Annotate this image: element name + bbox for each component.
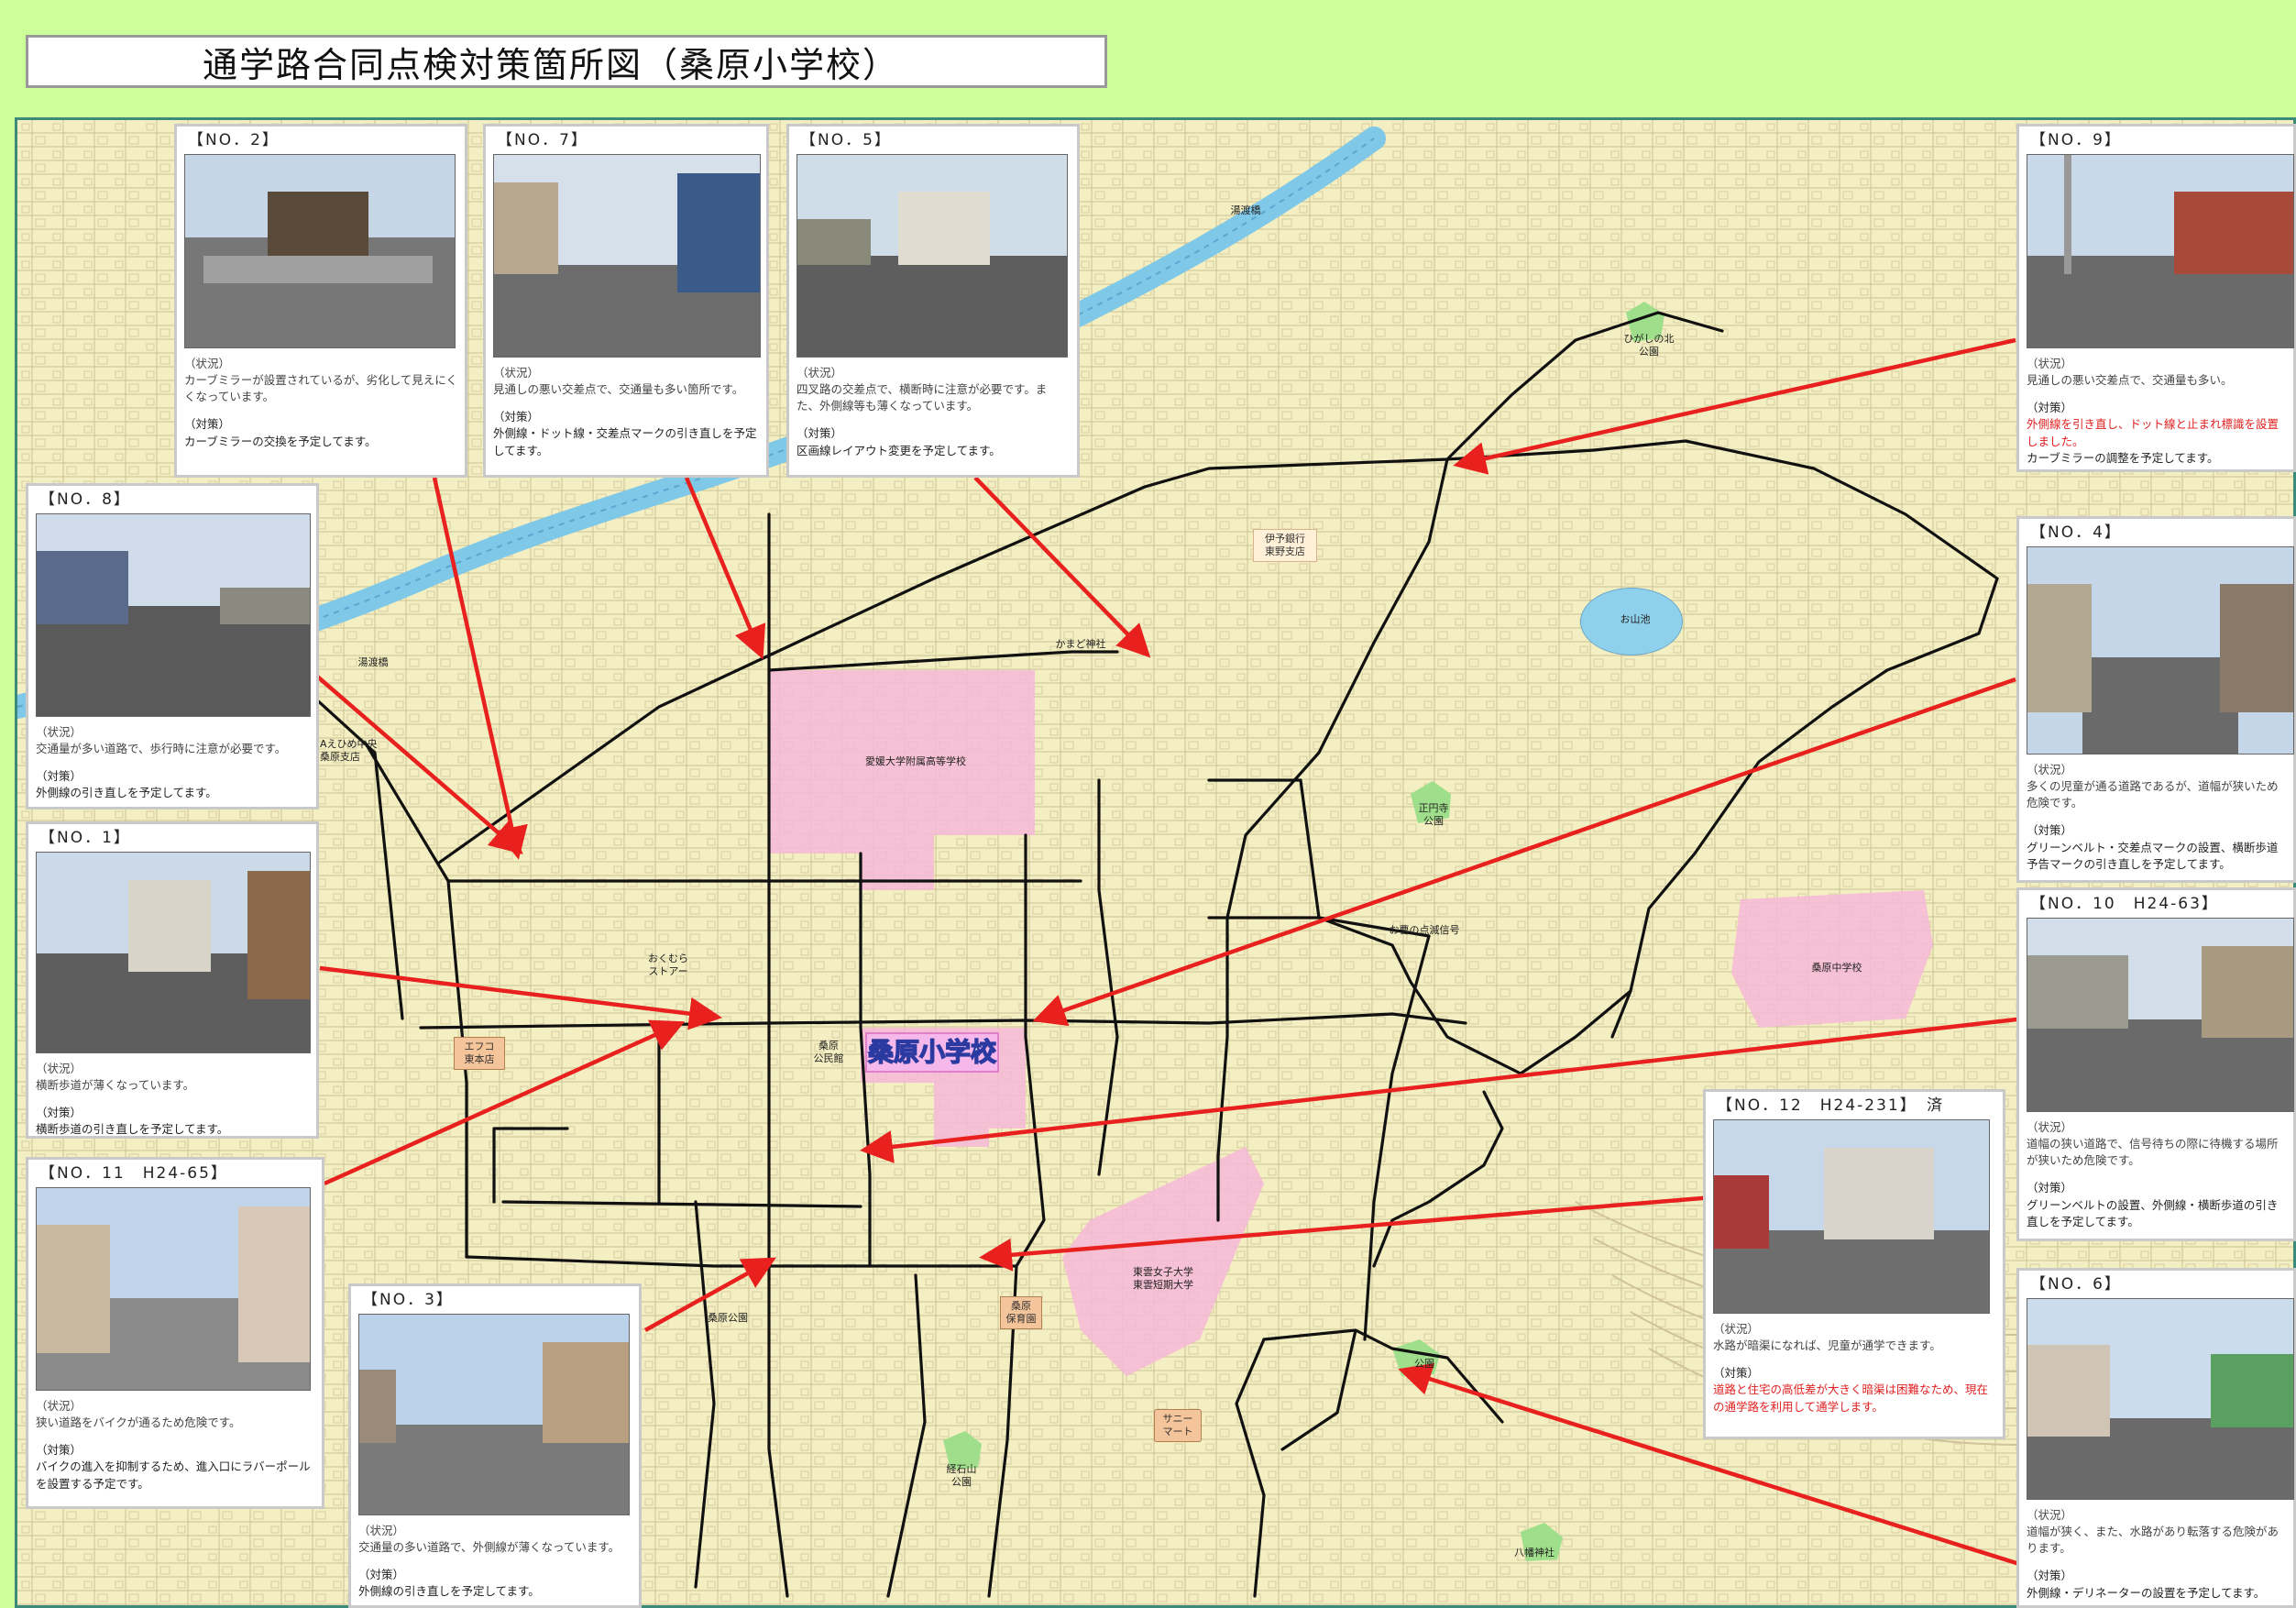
card-no10-measure: （対策） グリーンベルトの設置、外側線・横断歩道の引き直しを予定してます。 xyxy=(2027,1181,2279,1228)
card-no4: 【NO．4】 （状況） 多くの児童が通る道路であるが、道幅が狭いため危険です。 （… xyxy=(2016,516,2296,883)
card-no10: 【NO．10 H24-63】 （状況） 道幅の狭い道路で、信号待ちの際に待機する場… xyxy=(2016,887,2296,1241)
photo-no1 xyxy=(36,852,311,1053)
label-kyozan-park: 経石山 公園 xyxy=(946,1463,977,1488)
label-bridge-left: 湯渡橋 xyxy=(357,656,389,668)
card-no8-title: 【NO．8】 xyxy=(39,490,131,509)
card-no9-measure: （対策） 外側線を引き直し、ドット線と止まれ標識を設置しました。 カーブミラーの調整… xyxy=(2027,401,2280,465)
card-no12: 【NO．12 H24-231】 済 （状況） 水路が暗渠になれば、児童が通学できま… xyxy=(1703,1089,2005,1439)
card-no8-measure: （対策） 外側線の引き直しを予定してます。 xyxy=(36,769,217,800)
card-no5-status: （状況） 四叉路の交差点で、横断時に注意が必要です。また、外側線等も薄くなっていま… xyxy=(796,366,1048,413)
poi-kuwahara-nursery: 桑原 保育園 xyxy=(1000,1296,1042,1329)
card-no11-status: （状況） 狭い道路をバイクが通るため危険です。 xyxy=(36,1399,241,1430)
label-ehime-bank: Aえひめ中央 桑原支店 xyxy=(320,738,378,763)
label-oyama-pond: お山池 xyxy=(1620,613,1651,625)
card-no6: 【NO．6】 （状況） 道幅が狭く、また、水路があり転落する危険があります。 （対… xyxy=(2016,1268,2296,1608)
card-no6-status: （状況） 道幅が狭く、また、水路があり転落する危険があります。 xyxy=(2027,1508,2280,1556)
photo-no9 xyxy=(2027,154,2294,348)
card-no7: 【NO．7】 （状況） 見通しの悪い交差点で、交通量も多い箇所です。 （対策） 外側… xyxy=(483,124,769,478)
card-no5-measure: （対策） 区画線レイアウト変更を予定してます。 xyxy=(796,426,1001,457)
label-signal: お曹の点滅信号 xyxy=(1389,924,1460,936)
card-no9: 【NO．9】 （状況） 見通しの悪い交差点で、交通量も多い。 （対策） 外側線を引き… xyxy=(2016,124,2296,472)
poi-sunny-mart: サニー マート xyxy=(1154,1409,1202,1442)
photo-no8 xyxy=(36,513,311,717)
zone-junior-high xyxy=(1731,890,1933,1028)
label-junior-high: 桑原中学校 xyxy=(1811,962,1862,974)
card-no9-title: 【NO．9】 xyxy=(2030,131,2122,149)
card-no4-status: （状況） 多くの児童が通る道路であるが、道幅が狭いため危険です。 xyxy=(2027,763,2279,810)
card-no1-title: 【NO．1】 xyxy=(39,829,131,847)
card-no11-title: 【NO．11 H24-65】 xyxy=(39,1164,228,1183)
label-higashinokita-park: ひがしの北 公園 xyxy=(1623,333,1675,358)
photo-no2 xyxy=(184,154,456,348)
label-shoenji-park: 正円寺 公園 xyxy=(1418,802,1449,827)
card-no7-status: （状況） 見通しの悪い交差点で、交通量も多い箇所です。 xyxy=(493,366,744,397)
card-no10-title: 【NO．10 H24-63】 xyxy=(2030,895,2219,913)
card-no1: 【NO．1】 （状況） 横断歩道が薄くなっています。 （対策） 横断歩道の引き直しを… xyxy=(26,821,319,1139)
photo-no7 xyxy=(493,154,761,358)
label-park-se: 公園 xyxy=(1414,1358,1434,1370)
card-no8-status: （状況） 交通量が多い道路で、歩行時に注意が必要です。 xyxy=(36,725,287,756)
card-no10-status: （状況） 道幅の狭い道路で、信号待ちの際に待機する場所が狭いため危険です。 xyxy=(2027,1120,2279,1168)
main-school-label: 桑原小学校 xyxy=(865,1032,999,1073)
label-kamado: かまど神社 xyxy=(1055,638,1106,650)
card-no6-measure: （対策） 外側線・デリネーターの設置を予定してます。 xyxy=(2027,1569,2266,1600)
card-no3-measure: （対策） 外側線の引き直しを予定してます。 xyxy=(358,1568,540,1599)
photo-no5 xyxy=(796,154,1068,358)
card-no5: 【NO．5】 （状況） 四叉路の交差点で、横断時に注意が必要です。また、外側線等も… xyxy=(786,124,1080,478)
label-university: 東雲女子大学 東雲短期大学 xyxy=(1133,1266,1193,1291)
card-no4-measure: （対策） グリーンベルト・交差点マークの設置、横断歩道予告マークの引き直しを予定し… xyxy=(2027,823,2279,871)
card-no4-title: 【NO．4】 xyxy=(2030,523,2122,542)
card-no1-status: （状況） 横断歩道が薄くなっています。 xyxy=(36,1062,195,1093)
label-bridge-top: 湯渡橋 xyxy=(1230,204,1261,216)
photo-no12 xyxy=(1713,1119,1990,1314)
photo-no4 xyxy=(2027,546,2294,754)
page-title: 通学路合同点検対策箇所図（桑原小学校） xyxy=(26,35,1107,88)
label-hachiman: 八幡神社 xyxy=(1514,1547,1554,1558)
card-no3-title: 【NO．3】 xyxy=(362,1291,454,1309)
photo-no10 xyxy=(2027,918,2294,1112)
photo-no3 xyxy=(358,1314,630,1515)
card-no3: 【NO．3】 （状況） 交通量の多い道路で、外側線が薄くなっています。 （対策）外… xyxy=(348,1283,642,1608)
card-no12-status: （状況） 水路が暗渠になれば、児童が通学できます。 xyxy=(1713,1322,1941,1353)
photo-no6 xyxy=(2027,1298,2294,1500)
card-no12-measure: （対策） 道路と住宅の高低差が大きく暗渠は困難なため、現在の通学路を利用して通学し… xyxy=(1713,1366,1989,1414)
card-no2-status: （状況） カーブミラーが設置されているが、劣化して見えにくくなっています。 xyxy=(184,357,458,404)
poi-iyo-bank: 伊予銀行 東野支店 xyxy=(1253,529,1317,562)
card-no9-status: （状況） 見通しの悪い交差点で、交通量も多い。 xyxy=(2027,357,2233,388)
label-kuwahara-park: 桑原公園 xyxy=(708,1312,748,1324)
card-no11-measure: （対策） バイクの進入を抑制するため、進入口にラバーポールを設置する予定です。 xyxy=(36,1443,311,1491)
poi-efuko: エフコ 東本店 xyxy=(454,1037,505,1070)
card-no7-title: 【NO．7】 xyxy=(497,131,588,149)
card-no2: 【NO．2】 （状況） カーブミラーが設置されているが、劣化して見えにくくなってい… xyxy=(174,124,467,478)
card-no1-measure: （対策） 横断歩道の引き直しを予定してます。 xyxy=(36,1106,229,1137)
card-no8: 【NO．8】 （状況） 交通量が多い道路で、歩行時に注意が必要です。 （対策） 外側… xyxy=(26,483,319,810)
label-high-school: 愛媛大学附属高等学校 xyxy=(865,755,966,767)
card-no6-title: 【NO．6】 xyxy=(2030,1275,2122,1294)
card-no3-status: （状況） 交通量の多い道路で、外側線が薄くなっています。 xyxy=(358,1524,621,1555)
card-no12-title: 【NO．12 H24-231】 済 xyxy=(1717,1096,1945,1115)
photo-no11 xyxy=(36,1187,311,1391)
card-no5-title: 【NO．5】 xyxy=(800,131,892,149)
label-okumura: おくむら ストアー xyxy=(648,953,688,977)
card-no7-measure: （対策） 外側線・ドット線・交差点マークの引き直しを予定してます。 xyxy=(493,410,757,457)
card-no2-measure: （対策） カーブミラーの交換を予定してます。 xyxy=(184,417,377,448)
card-no11: 【NO．11 H24-65】 （状況） 狭い道路をバイクが通るため危険です。 （対… xyxy=(26,1157,324,1509)
label-kuwahara-hall: 桑原 公民館 xyxy=(813,1040,844,1064)
card-no2-title: 【NO．2】 xyxy=(188,131,280,149)
